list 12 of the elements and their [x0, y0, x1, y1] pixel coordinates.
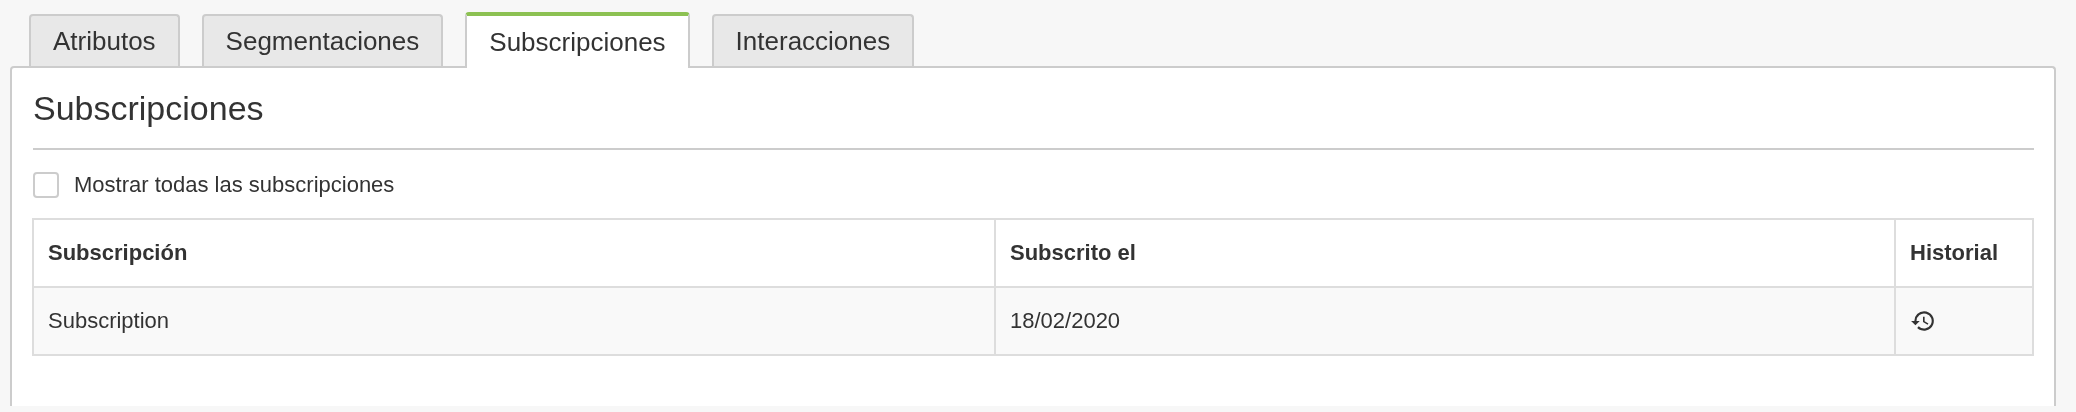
- tab[interactable]: Atributos: [29, 14, 180, 66]
- checkbox[interactable]: [33, 172, 59, 198]
- checkbox-label: Mostrar todas las subscripciones: [74, 172, 395, 198]
- section-title: Subscripciones: [33, 84, 2034, 150]
- tab[interactable]: Interacciones: [711, 14, 915, 66]
- column-header: Subscripción: [33, 219, 995, 287]
- history-icon[interactable]: [1910, 308, 1936, 334]
- column-header: Subscrito el: [995, 219, 1895, 287]
- tab[interactable]: Subscripciones: [465, 12, 690, 68]
- tab[interactable]: Segmentaciones: [201, 14, 444, 66]
- table-cell: Subscription: [33, 287, 995, 355]
- table-cell: 18/02/2020: [995, 287, 1895, 355]
